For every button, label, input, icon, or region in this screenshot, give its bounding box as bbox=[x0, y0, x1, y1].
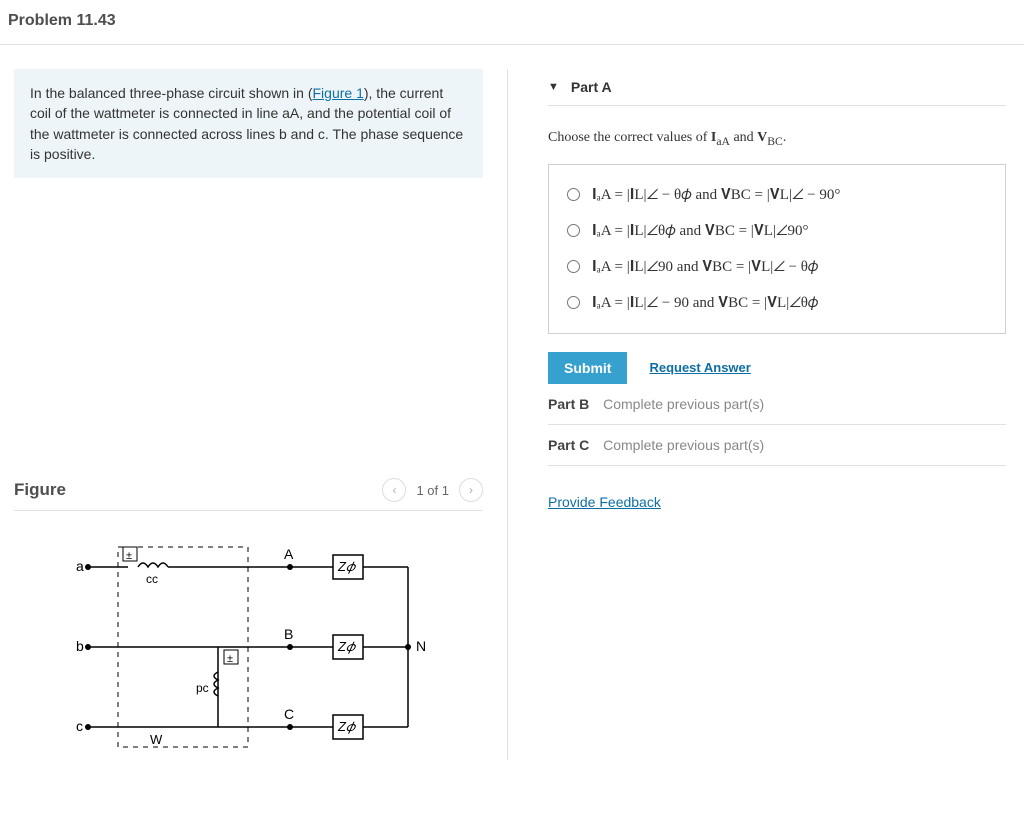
lbl-c: c bbox=[76, 718, 83, 734]
request-answer-link[interactable]: Request Answer bbox=[649, 360, 750, 375]
option-4[interactable]: 𝐈ₐA = |𝐈L|∠ − 90 and 𝐕BC = |𝐕L|∠θ𝜙 bbox=[563, 285, 991, 321]
part-c-row[interactable]: Part C Complete previous part(s) bbox=[548, 425, 1006, 466]
option-1-text: 𝐈ₐA = |𝐈L|∠ − θ𝜙 and 𝐕BC = |𝐕L|∠ − 90° bbox=[592, 186, 840, 204]
option-4-radio[interactable] bbox=[567, 296, 580, 309]
part-a-prompt: Choose the correct values of IaA and VBC… bbox=[548, 130, 1006, 148]
lbl-W: W bbox=[150, 732, 163, 747]
main-columns: In the balanced three-phase circuit show… bbox=[0, 45, 1024, 768]
intro-before: In the balanced three-phase circuit show… bbox=[30, 85, 313, 101]
lbl-B: B bbox=[284, 626, 293, 642]
part-b-msg: Complete previous part(s) bbox=[603, 396, 764, 412]
option-2-radio[interactable] bbox=[567, 224, 580, 237]
lbl-a: a bbox=[76, 558, 84, 574]
part-c-label: Part C bbox=[548, 437, 589, 453]
collapse-icon: ▼ bbox=[548, 81, 559, 93]
left-column: In the balanced three-phase circuit show… bbox=[8, 69, 508, 760]
right-column: ▼ Part A Choose the correct values of Ia… bbox=[508, 69, 1016, 760]
problem-title: Problem 11.43 bbox=[8, 12, 1016, 30]
option-4-text: 𝐈ₐA = |𝐈L|∠ − 90 and 𝐕BC = |𝐕L|∠θ𝜙 bbox=[592, 294, 818, 312]
part-c-msg: Complete previous part(s) bbox=[603, 437, 764, 453]
figure-heading: Figure bbox=[14, 480, 66, 500]
svg-text:±: ± bbox=[126, 550, 132, 562]
figure-section: Figure ‹ 1 of 1 › bbox=[14, 478, 483, 760]
provide-feedback-link[interactable]: Provide Feedback bbox=[548, 494, 661, 510]
lbl-Z2: Z𝜙 bbox=[337, 639, 357, 654]
problem-statement: In the balanced three-phase circuit show… bbox=[14, 69, 483, 178]
lbl-C: C bbox=[284, 706, 294, 722]
part-b-label: Part B bbox=[548, 396, 589, 412]
pager-prev-button[interactable]: ‹ bbox=[382, 478, 406, 502]
option-3[interactable]: 𝐈ₐA = |𝐈L|∠90 and 𝐕BC = |𝐕L|∠ − θ𝜙 bbox=[563, 249, 991, 285]
option-2[interactable]: 𝐈ₐA = |𝐈L|∠θ𝜙 and 𝐕BC = |𝐕L|∠90° bbox=[563, 213, 991, 249]
figure-pager: ‹ 1 of 1 › bbox=[382, 478, 483, 502]
pager-next-button[interactable]: › bbox=[459, 478, 483, 502]
figure-header: Figure ‹ 1 of 1 › bbox=[14, 478, 483, 511]
lbl-b: b bbox=[76, 638, 84, 654]
part-a-label: Part A bbox=[571, 79, 612, 95]
circuit-svg: ± bbox=[58, 537, 438, 757]
lbl-A: A bbox=[284, 546, 294, 562]
figure-link[interactable]: Figure 1 bbox=[313, 85, 364, 101]
pager-label: 1 of 1 bbox=[416, 483, 449, 498]
option-3-radio[interactable] bbox=[567, 260, 580, 273]
answer-options: 𝐈ₐA = |𝐈L|∠ − θ𝜙 and 𝐕BC = |𝐕L|∠ − 90° 𝐈… bbox=[548, 164, 1006, 334]
problem-header: Problem 11.43 bbox=[0, 0, 1024, 45]
part-a-actions: Submit Request Answer bbox=[548, 352, 1006, 384]
option-2-text: 𝐈ₐA = |𝐈L|∠θ𝜙 and 𝐕BC = |𝐕L|∠90° bbox=[592, 222, 808, 240]
lbl-pc: pc bbox=[196, 681, 209, 695]
option-1-radio[interactable] bbox=[567, 188, 580, 201]
lbl-Z1: Z𝜙 bbox=[337, 559, 357, 574]
svg-text:±: ± bbox=[227, 653, 233, 665]
lbl-Z3: Z𝜙 bbox=[337, 719, 357, 734]
lbl-N: N bbox=[416, 638, 426, 654]
submit-button[interactable]: Submit bbox=[548, 352, 627, 384]
circuit-figure: ± bbox=[14, 531, 483, 760]
option-3-text: 𝐈ₐA = |𝐈L|∠90 and 𝐕BC = |𝐕L|∠ − θ𝜙 bbox=[592, 258, 818, 276]
lbl-cc: cc bbox=[146, 572, 158, 586]
part-a-header[interactable]: ▼ Part A bbox=[548, 69, 1006, 106]
option-1[interactable]: 𝐈ₐA = |𝐈L|∠ − θ𝜙 and 𝐕BC = |𝐕L|∠ − 90° bbox=[563, 177, 991, 213]
part-b-row[interactable]: Part B Complete previous part(s) bbox=[548, 384, 1006, 425]
